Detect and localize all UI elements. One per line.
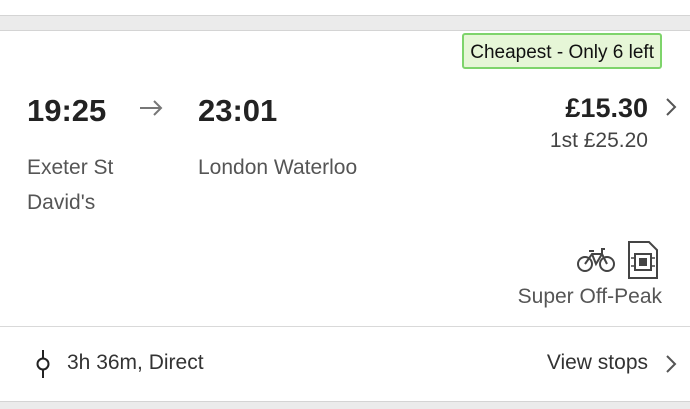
bicycle-icon xyxy=(577,248,615,272)
view-stops-button[interactable]: View stops xyxy=(547,351,648,375)
journey-summary: 3h 36m, Direct xyxy=(67,351,204,374)
ticket-type: Super Off-Peak xyxy=(517,285,662,308)
journey-details-row[interactable]: 3h 36m, Direct View stops xyxy=(0,327,690,401)
cheapest-badge: Cheapest - Only 6 left xyxy=(462,33,662,69)
departure-time: 19:25 xyxy=(27,93,107,128)
journey-card[interactable]: Cheapest - Only 6 left 19:25 23:01 Exete… xyxy=(0,30,690,402)
price[interactable]: £15.30 xyxy=(565,93,648,124)
arrival-time: 23:01 xyxy=(198,93,278,128)
departure-station: Exeter St David's xyxy=(27,156,114,214)
previous-journey-card[interactable] xyxy=(0,0,690,16)
route-icon xyxy=(36,350,50,378)
arrival-station: London Waterloo xyxy=(198,156,358,179)
arrow-right-icon xyxy=(140,100,163,116)
smartcard-icon xyxy=(628,241,658,279)
first-class-price: 1st £25.20 xyxy=(549,129,648,152)
chevron-right-icon[interactable] xyxy=(664,353,678,375)
chevron-right-icon[interactable] xyxy=(664,96,678,118)
